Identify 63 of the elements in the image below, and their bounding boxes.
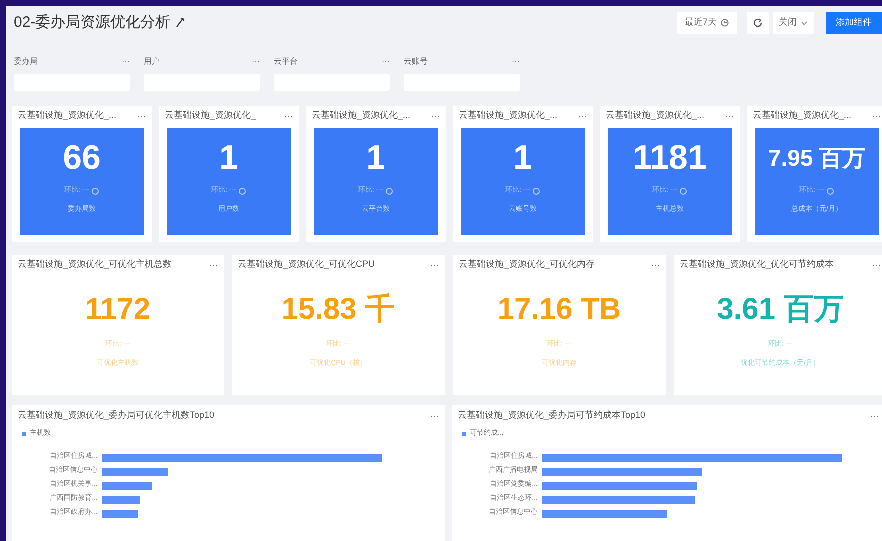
card-title: 云基础设施_资源优化_优化可节约成本 [680,258,834,272]
info-icon [92,188,100,195]
card-title: 云基础设施_资源优化_... [606,109,705,122]
legend-icon [22,432,26,436]
info-icon [386,188,394,195]
more-button[interactable]: ··· [578,112,587,120]
kpi-value: 1172 [85,292,151,328]
more-button[interactable]: ··· [122,58,130,66]
kpi-value: 1181 [633,138,707,178]
refresh-icon [753,18,763,28]
close-dropdown[interactable]: 关闭 [773,12,814,34]
card-title: 云基础设施_资源优化_... [753,109,852,122]
more-button[interactable]: ··· [382,58,390,66]
more-button[interactable]: ··· [431,112,440,120]
more-button[interactable]: ··· [512,58,520,66]
kpi-value: 1 [220,138,238,178]
kpi-value: 66 [63,138,101,178]
more-button[interactable]: ··· [870,412,879,420]
kpi-value: 7.95 百万 [768,144,866,173]
more-button[interactable]: ··· [430,412,439,420]
kpi-value: 1 [366,138,386,178]
info-icon [239,188,246,195]
card-title: 云基础设施_资源优化_... [312,109,411,122]
edit-icon [174,17,185,29]
more-button[interactable]: ··· [209,260,218,270]
more-button[interactable]: ··· [872,260,881,270]
more-button[interactable]: ··· [252,58,260,66]
more-button[interactable]: ··· [651,260,660,270]
legend-icon [462,432,466,436]
bar [102,482,152,490]
more-button[interactable]: ··· [137,112,146,120]
kpi-value: 3.61 百万 [717,292,844,328]
more-button[interactable]: ··· [284,112,293,120]
card-title: 云基础设施_资源优化_可优化内存 [459,258,596,272]
card-title: 云基础设施_资源优化_... [459,109,558,122]
kpi-value: 1 [514,138,532,178]
filter-label: 云账号 [404,56,428,68]
more-button[interactable]: ··· [725,112,734,120]
add-button[interactable]: 添加组件 [826,12,882,34]
kpi-value: 15.83 千 [282,292,396,328]
clock-icon [721,19,729,27]
info-icon [827,188,834,195]
dashboard-title: 02-委办局资源优化分析 [14,12,171,33]
more-button[interactable]: ··· [430,260,439,270]
filter-label: 委办局 [14,56,38,68]
card-title: 云基础设施_资源优化_可优化主机总数 [18,258,172,272]
info-icon [680,188,688,195]
caret-icon [801,20,808,26]
filter-label: 云平台 [274,56,298,68]
more-button[interactable]: ··· [872,112,881,120]
info-icon [533,188,540,195]
refresh-button[interactable] [747,12,769,34]
filter-label: 用户 [144,56,160,68]
card-title: 云基础设施_资源优化_可优化CPU [238,258,376,272]
card-title: 云基础设施_资源优化_委办局可优化主机数Top10 [18,409,215,422]
card-title: 云基础设施_资源优化_ [165,109,256,122]
card-title: 云基础设施_资源优化_委办局可节约成本Top10 [458,409,646,422]
bar [102,468,168,476]
kpi-value: 17.16 TB [498,292,622,328]
card-title: 云基础设施_资源优化_... [18,109,117,122]
bar [102,510,138,518]
bar [102,496,140,504]
time-range-button[interactable]: 最近7天 [676,12,737,34]
